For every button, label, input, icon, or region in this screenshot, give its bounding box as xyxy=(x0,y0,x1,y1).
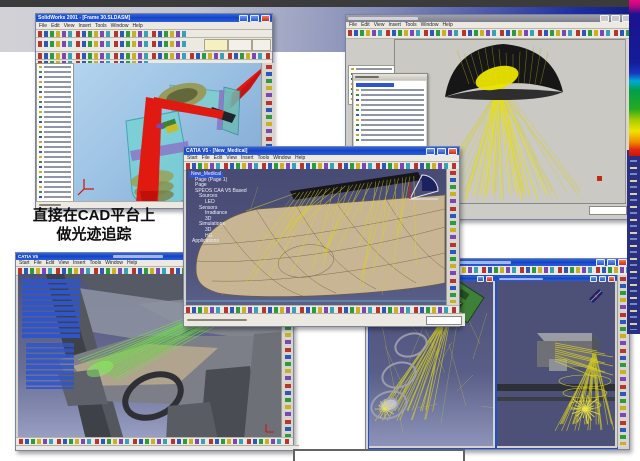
menu-item[interactable]: Help xyxy=(295,155,305,161)
menu-item[interactable]: Start xyxy=(187,155,198,161)
compass-icon xyxy=(589,289,603,303)
menu-item[interactable]: Tools xyxy=(90,260,102,266)
menu-item[interactable]: File xyxy=(202,155,210,161)
menu-item[interactable]: File xyxy=(39,23,47,29)
solidworks-titlebar: SolidWorks 2001 - [Frame 30.SLDASM] xyxy=(36,14,272,22)
menu-item[interactable]: Window xyxy=(273,155,291,161)
close-button[interactable] xyxy=(618,259,627,266)
gray-viewer-menubar: File Edit ViewInsert Tools WindowHelp xyxy=(346,22,633,29)
side-strip-glyphs xyxy=(630,154,637,330)
menu-item[interactable]: Help xyxy=(127,260,137,266)
menu-item[interactable]: Window xyxy=(105,260,123,266)
gray-viewer-title-text xyxy=(348,17,418,20)
solidworks-menubar: File Edit ViewInsert Tools WindowHelp xyxy=(36,22,272,30)
solidworks-title: SolidWorks 2001 - [Frame 30.SLDASM] xyxy=(38,15,237,21)
menu-item[interactable]: Tools xyxy=(405,22,417,28)
catia-main-titlebar: CATIA V5 - [New_Medical] xyxy=(184,147,459,155)
menu-item[interactable]: Edit xyxy=(51,23,60,29)
menu-item[interactable]: File xyxy=(34,260,42,266)
minimize-button[interactable] xyxy=(426,148,435,155)
menu-item[interactable]: File xyxy=(349,22,357,28)
menu-item[interactable]: Edit xyxy=(361,22,370,28)
menu-item[interactable]: Insert xyxy=(78,23,91,29)
catia-main-statusbar xyxy=(184,313,465,326)
rainbow-color-scale xyxy=(629,0,640,156)
gray-viewer-titlebar xyxy=(346,15,633,22)
solidworks-toolbar-2[interactable] xyxy=(36,38,272,52)
menu-item[interactable]: Insert xyxy=(241,155,254,161)
maximize-button[interactable] xyxy=(437,148,446,155)
menu-item[interactable]: Edit xyxy=(46,260,55,266)
menu-item[interactable]: Help xyxy=(442,22,452,28)
maximize-button[interactable] xyxy=(250,15,259,22)
catia-main-right-toolbar[interactable] xyxy=(446,169,459,305)
maximize-button[interactable] xyxy=(607,259,616,266)
menu-item[interactable]: View xyxy=(226,155,237,161)
slide-caption: 直接在CAD平台上 做光迹追踪 xyxy=(20,206,168,244)
caption-line-1: 直接在CAD平台上 xyxy=(20,206,168,225)
solidworks-toolbar-1[interactable] xyxy=(36,30,272,38)
minimize-button[interactable] xyxy=(596,259,605,266)
catia-main-title: CATIA V5 - [New_Medical] xyxy=(186,148,424,154)
viewport-marker-icon xyxy=(597,176,602,181)
palette-titlebar xyxy=(353,74,427,80)
top-dark-bar xyxy=(0,0,640,7)
right-side-strip xyxy=(627,150,640,334)
catia-command-field[interactable] xyxy=(426,316,462,325)
minimize-button[interactable] xyxy=(590,276,597,282)
menu-item[interactable]: View xyxy=(374,22,385,28)
solidworks-toolbar-3[interactable] xyxy=(36,52,272,60)
menu-item[interactable]: View xyxy=(64,23,75,29)
menu-item[interactable]: Help xyxy=(132,23,142,29)
minimize-button[interactable] xyxy=(239,15,248,22)
menu-item[interactable]: Tools xyxy=(95,23,107,29)
floating-tree-palette[interactable] xyxy=(352,73,428,148)
minimize-button[interactable] xyxy=(600,15,609,22)
catia-main-menubar: Start File EditView Insert ToolsWindow Help xyxy=(184,155,459,162)
bottom-text-box xyxy=(293,449,465,461)
maximize-button[interactable] xyxy=(477,276,484,282)
palette-tree[interactable] xyxy=(354,81,426,146)
menu-item[interactable]: Tools xyxy=(258,155,270,161)
close-button[interactable] xyxy=(448,148,457,155)
housing-child-window xyxy=(496,275,618,449)
catia-car-spec-tree[interactable] xyxy=(22,279,80,339)
gray-viewer-field[interactable] xyxy=(589,206,627,215)
slide: FileEditViewInsertToolsWindowHelp xyxy=(0,0,640,461)
solidworks-feature-tree[interactable] xyxy=(36,63,74,204)
caption-line-2: 做光迹追踪 xyxy=(20,225,168,244)
catia-main-viewport-wrap: New_MedicalPage (Page 1)PageSPEOS CAA V5… xyxy=(186,169,446,305)
solidworks-mode-button[interactable] xyxy=(228,39,252,51)
catia-main-window: CATIA V5 - [New_Medical] Start File EditVi… xyxy=(183,146,460,327)
solidworks-mode-button[interactable] xyxy=(204,39,228,51)
origin-triad-icon xyxy=(78,179,94,195)
menu-item[interactable]: Window xyxy=(421,22,439,28)
menu-item[interactable]: Window xyxy=(111,23,129,29)
solidworks-mode-button[interactable] xyxy=(252,39,271,51)
gray-viewer-toolbar[interactable] xyxy=(346,29,633,39)
close-button[interactable] xyxy=(608,276,615,282)
maximize-button[interactable] xyxy=(611,15,620,22)
tree-item[interactable]: SPEOS CAA V5 Based xyxy=(189,189,247,195)
catia-car-statusbar xyxy=(16,445,299,450)
close-button[interactable] xyxy=(261,15,270,22)
maximize-button[interactable] xyxy=(599,276,606,282)
housing-viewport[interactable] xyxy=(497,281,615,446)
tree-item[interactable]: Applications xyxy=(189,239,247,245)
menu-item[interactable]: Edit xyxy=(214,155,223,161)
menu-item[interactable]: Start xyxy=(19,260,30,266)
menu-item[interactable]: View xyxy=(58,260,69,266)
reflector-dome xyxy=(445,44,563,100)
catia-main-spec-tree[interactable]: New_MedicalPage (Page 1)PageSPEOS CAA V5… xyxy=(189,172,247,245)
menu-item[interactable]: Insert xyxy=(388,22,401,28)
catia-car-title: CATIA V5 xyxy=(18,254,111,260)
menu-item[interactable]: Insert xyxy=(73,260,86,266)
catia-car-spec-tree-lower[interactable] xyxy=(26,343,74,389)
close-button[interactable] xyxy=(486,276,493,282)
